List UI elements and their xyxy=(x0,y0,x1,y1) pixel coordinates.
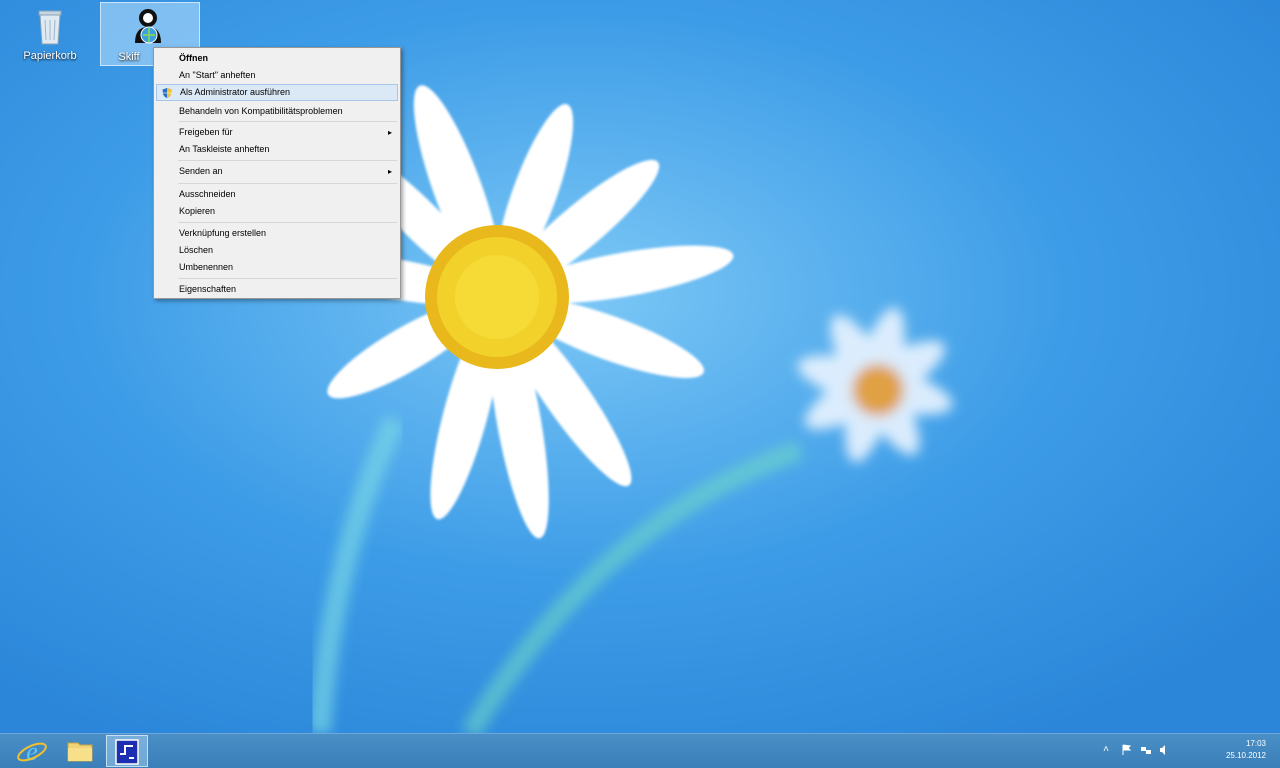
submenu-arrow-icon: ▸ xyxy=(387,167,392,176)
menu-item-delete[interactable]: Löschen xyxy=(156,242,398,259)
menu-item-open[interactable]: Öffnen xyxy=(156,50,398,67)
desktop-icon-label: Skiff xyxy=(118,51,140,63)
file-explorer-icon xyxy=(67,742,93,762)
taskbar: e ˄ 17:03 25.10.2012 xyxy=(0,733,1280,768)
app-user-globe-icon xyxy=(135,9,161,44)
menu-item-run-as-admin[interactable]: Als Administrator ausführen xyxy=(156,84,398,101)
taskbar-button-active-app[interactable] xyxy=(106,735,148,767)
menu-separator xyxy=(178,278,397,279)
submenu-arrow-icon: ▸ xyxy=(387,128,392,137)
desktop-icon-recycle-bin[interactable]: Papierkorb xyxy=(13,2,87,66)
menu-item-send-to[interactable]: Senden an ▸ xyxy=(156,163,398,180)
uac-shield-icon xyxy=(162,88,172,98)
active-app-icon xyxy=(115,739,139,765)
menu-item-share-with[interactable]: Freigeben für ▸ xyxy=(156,124,398,141)
context-menu: Öffnen An "Start" anheften Als Administr… xyxy=(153,47,401,299)
menu-item-troubleshoot-compat[interactable]: Behandeln von Kompatibilitätsproblemen xyxy=(156,103,398,120)
menu-item-create-shortcut[interactable]: Verknüpfung erstellen xyxy=(156,225,398,242)
action-center-flag-icon[interactable] xyxy=(1120,744,1132,756)
volume-icon[interactable] xyxy=(1158,744,1170,756)
clock[interactable]: 17:03 25.10.2012 xyxy=(1206,738,1266,762)
taskbar-button-internet-explorer[interactable]: e xyxy=(12,735,52,767)
menu-item-properties[interactable]: Eigenschaften xyxy=(156,281,398,298)
system-tray: ˄ 17:03 25.10.2012 xyxy=(1100,734,1280,768)
menu-separator xyxy=(178,222,397,223)
recycle-bin-icon xyxy=(38,10,62,45)
svg-text:e: e xyxy=(26,737,38,766)
network-icon[interactable] xyxy=(1140,744,1152,756)
show-hidden-icons-icon[interactable]: ˄ xyxy=(1100,744,1112,756)
menu-item-rename[interactable]: Umbenennen xyxy=(156,259,398,276)
menu-item-copy[interactable]: Kopieren xyxy=(156,203,398,220)
menu-separator xyxy=(178,121,397,122)
menu-item-cut[interactable]: Ausschneiden xyxy=(156,186,398,203)
desktop-icon-label: Papierkorb xyxy=(23,50,77,62)
menu-item-pin-to-start[interactable]: An "Start" anheften xyxy=(156,67,398,84)
menu-item-pin-to-taskbar[interactable]: An Taskleiste anheften xyxy=(156,141,398,158)
menu-item-label: Senden an xyxy=(179,166,223,176)
taskbar-button-file-explorer[interactable] xyxy=(60,735,100,767)
menu-item-label: Als Administrator ausführen xyxy=(180,87,291,97)
menu-separator xyxy=(178,160,397,161)
clock-time: 17:03 xyxy=(1245,739,1266,748)
menu-separator xyxy=(178,183,397,184)
menu-item-label: Freigeben für xyxy=(179,127,233,137)
clock-date: 25.10.2012 xyxy=(1225,751,1266,760)
internet-explorer-icon: e xyxy=(17,737,47,766)
